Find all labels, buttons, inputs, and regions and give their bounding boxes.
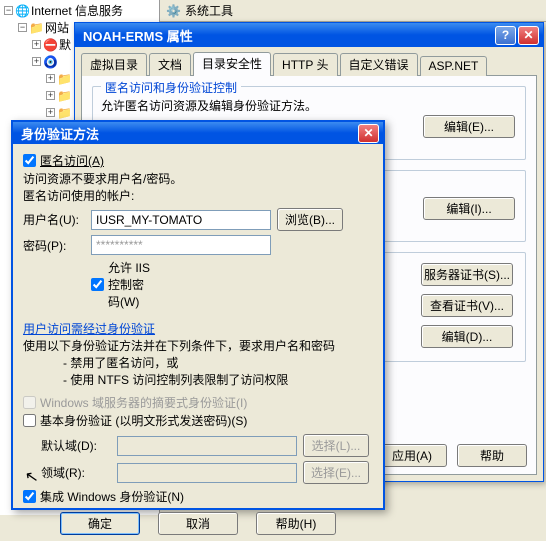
dialog-title: 身份验证方法 — [17, 124, 356, 143]
folder-icon: 📁 — [29, 21, 43, 35]
group-desc: 允许匿名访问资源及编辑身份验证方法。 — [101, 97, 331, 114]
expander-icon[interactable]: + — [46, 74, 55, 83]
allow-iis-checkbox[interactable]: 允许 IIS 控制密码(W) — [91, 259, 153, 310]
edit-ip-button[interactable]: 编辑(I)... — [423, 197, 515, 220]
globe-icon: 🌐 — [15, 4, 29, 18]
checkbox-input[interactable] — [23, 490, 36, 503]
expander-icon[interactable]: + — [46, 108, 55, 117]
checkbox-label: 匿名访问(A) — [40, 152, 104, 169]
basic-auth-checkbox[interactable]: 基本身份验证 (以明文形式发送密码)(S) — [23, 412, 247, 429]
dialog-title: NOAH-ERMS 属性 — [79, 26, 493, 45]
stop-icon: ⛔ — [43, 38, 57, 52]
help-button[interactable]: 帮助(H) — [256, 512, 336, 535]
anon-note2: 匿名访问使用的帐户: — [23, 187, 373, 204]
checkbox-input[interactable] — [23, 154, 36, 167]
apply-button[interactable]: 应用(A) — [377, 444, 447, 467]
toolbar-label[interactable]: 系统工具 — [185, 2, 233, 19]
checkbox-input[interactable] — [91, 278, 104, 291]
close-button[interactable]: ✕ — [518, 26, 539, 45]
expander-icon[interactable]: − — [18, 23, 27, 32]
tree-default[interactable]: 默 — [59, 36, 71, 53]
username-input[interactable] — [91, 210, 271, 230]
folder-icon: 📁 — [57, 72, 71, 86]
tab-httphead[interactable]: HTTP 头 — [273, 53, 337, 76]
folder-icon: 📁 — [57, 89, 71, 103]
checkbox-label: Windows 域服务器的摘要式身份验证(I) — [40, 394, 247, 411]
bullet1: - 禁用了匿名访问，或 — [23, 354, 373, 371]
expander-icon[interactable]: − — [4, 6, 13, 15]
select-realm-button: 选择(E)... — [303, 461, 369, 484]
bullet2: - 使用 NTFS 访问控制列表限制了访问权限 — [23, 371, 373, 388]
username-label: 用户名(U): — [23, 211, 85, 228]
titlebar[interactable]: NOAH-ERMS 属性 ? ✕ — [75, 23, 543, 47]
tab-dirsecurity[interactable]: 目录安全性 — [193, 52, 271, 76]
browse-button[interactable]: 浏览(B)... — [277, 208, 343, 231]
checkbox-label: 允许 IIS 控制密码(W) — [108, 259, 153, 310]
group-legend: 匿名访问和身份验证控制 — [101, 79, 241, 96]
tree-root[interactable]: Internet 信息服务 — [31, 2, 123, 19]
edit-auth-button[interactable]: 编辑(E)... — [423, 115, 515, 138]
checkbox-input — [23, 396, 36, 409]
password-label: 密码(P): — [23, 237, 85, 254]
anon-note1: 访问资源不要求用户名/密码。 — [23, 170, 373, 187]
anonymous-access-checkbox[interactable]: 匿名访问(A) — [23, 152, 104, 169]
tab-aspnet[interactable]: ASP.NET — [420, 56, 488, 76]
password-input[interactable] — [91, 235, 271, 255]
expander-icon[interactable]: + — [46, 91, 55, 100]
realm-input — [117, 463, 297, 483]
auth-methods-dialog: 身份验证方法 ✕ 匿名访问(A) 访问资源不要求用户名/密码。 匿名访问使用的帐… — [11, 120, 385, 510]
toolbar: ⚙️ 系统工具 — [160, 0, 546, 22]
view-cert-button[interactable]: 查看证书(V)... — [421, 294, 513, 317]
expander-icon[interactable]: + — [32, 57, 41, 66]
default-domain-input — [117, 436, 297, 456]
checkbox-label: 基本身份验证 (以明文形式发送密码)(S) — [40, 412, 247, 429]
site-icon: 🧿 — [43, 55, 57, 69]
help-button[interactable]: 帮助 — [457, 444, 527, 467]
default-domain-label: 默认域(D): — [41, 437, 111, 454]
checkbox-input[interactable] — [23, 414, 36, 427]
ok-button[interactable]: 确定 — [60, 512, 140, 535]
auth-access-header: 用户访问需经过身份验证 — [23, 320, 373, 337]
edit-ssl-button[interactable]: 编辑(D)... — [421, 325, 513, 348]
gear-icon: ⚙️ — [166, 4, 181, 18]
server-cert-button[interactable]: 服务器证书(S)... — [421, 263, 513, 286]
tree-website[interactable]: 网站 — [45, 19, 69, 36]
digest-auth-checkbox: Windows 域服务器的摘要式身份验证(I) — [23, 394, 247, 411]
tab-documents[interactable]: 文档 — [149, 53, 191, 76]
select-domain-button: 选择(L)... — [303, 434, 369, 457]
realm-label: 领域(R): — [41, 464, 111, 481]
cancel-button[interactable]: 取消 — [158, 512, 238, 535]
auth-desc: 使用以下身份验证方法并在下列条件下，要求用户名和密码 — [23, 337, 373, 354]
help-button[interactable]: ? — [495, 26, 516, 45]
folder-icon: 📁 — [57, 106, 71, 120]
titlebar[interactable]: 身份验证方法 ✕ — [13, 122, 383, 144]
expander-icon[interactable]: + — [32, 40, 41, 49]
integrated-auth-checkbox[interactable]: 集成 Windows 身份验证(N) — [23, 488, 184, 505]
tabbar: 虚拟目录 文档 目录安全性 HTTP 头 自定义错误 ASP.NET — [81, 53, 537, 75]
close-button[interactable]: ✕ — [358, 124, 379, 143]
tab-virtualdir[interactable]: 虚拟目录 — [81, 53, 147, 76]
checkbox-label: 集成 Windows 身份验证(N) — [40, 488, 184, 505]
tab-customerr[interactable]: 自定义错误 — [340, 53, 418, 76]
